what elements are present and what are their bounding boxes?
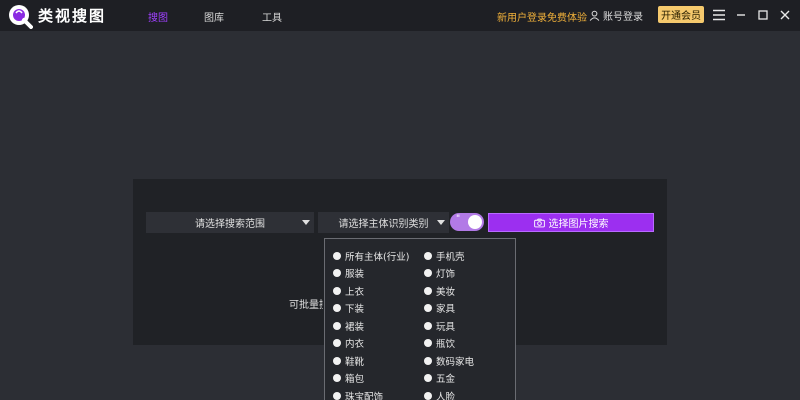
radio-icon	[424, 374, 432, 382]
search-scope-label: 请选择搜索范围	[195, 219, 265, 230]
option-cosmetics[interactable]: 美妆	[424, 284, 455, 298]
option-bags[interactable]: 箱包	[333, 371, 364, 385]
option-label: 服装	[345, 269, 365, 280]
chevron-down-icon	[437, 220, 445, 225]
option-label: 家具	[436, 304, 456, 315]
menu-icon[interactable]	[711, 7, 727, 23]
radio-icon	[424, 322, 432, 330]
subject-type-dropdown: 所有主体(行业) 服装 上衣 下装 裙装 内衣 鞋靴 箱包 珠宝配饰 手机壳 灯…	[324, 238, 516, 400]
option-toys[interactable]: 玩具	[424, 319, 455, 333]
app-brand: 类视搜图	[38, 7, 107, 25]
radio-icon	[333, 392, 341, 400]
radio-icon	[424, 287, 432, 295]
title-bar: 类视搜图 搜图 图库 工具 新用户登录免费体验 账号登录 开通会员	[0, 0, 800, 31]
option-label: 人脸	[436, 392, 456, 400]
option-all-subjects[interactable]: 所有主体(行业)	[333, 249, 409, 263]
option-bottoms[interactable]: 下装	[333, 301, 364, 315]
radio-icon	[333, 304, 341, 312]
radio-icon	[333, 269, 341, 277]
radio-icon	[333, 322, 341, 330]
option-label: 手机壳	[436, 252, 465, 263]
option-label: 鞋靴	[345, 357, 365, 368]
camera-icon	[533, 218, 545, 227]
option-clothing[interactable]: 服装	[333, 266, 364, 280]
option-hardware[interactable]: 五金	[424, 371, 455, 385]
subject-type-select[interactable]: 请选择主体识别类别	[318, 212, 449, 233]
radio-icon	[424, 357, 432, 365]
select-image-search-label: 选择图片搜索	[548, 219, 609, 230]
minimize-icon[interactable]	[733, 7, 749, 23]
option-label: 瓶饮	[436, 339, 456, 350]
option-label: 数码家电	[436, 357, 475, 368]
account-login-button[interactable]: 账号登录	[589, 7, 643, 23]
maximize-icon[interactable]	[755, 7, 771, 23]
radio-icon	[333, 252, 341, 260]
option-furniture[interactable]: 家具	[424, 301, 455, 315]
option-face[interactable]: 人脸	[424, 389, 455, 400]
subject-type-label: 请选择主体识别类别	[338, 219, 429, 230]
radio-icon	[333, 287, 341, 295]
vip-button[interactable]: 开通会员	[658, 6, 704, 23]
account-login-label: 账号登录	[603, 11, 643, 23]
option-label: 所有主体(行业)	[345, 252, 410, 263]
radio-icon	[424, 392, 432, 400]
toggle-knob	[468, 215, 482, 229]
close-icon[interactable]	[777, 7, 793, 23]
option-label: 美妆	[436, 287, 456, 298]
option-jewelry[interactable]: 珠宝配饰	[333, 389, 383, 400]
option-label: 上衣	[345, 287, 365, 298]
tab-gallery[interactable]: 图库	[204, 9, 224, 24]
new-user-promo-link[interactable]: 新用户登录免费体验	[497, 9, 587, 24]
option-shoes[interactable]: 鞋靴	[333, 354, 364, 368]
batch-hint-text: 可批量搜	[289, 300, 323, 311]
option-label: 下装	[345, 304, 365, 315]
option-label: 五金	[436, 374, 456, 385]
radio-icon	[424, 339, 432, 347]
select-image-search-button[interactable]: 选择图片搜索	[488, 213, 654, 232]
radio-icon	[333, 357, 341, 365]
radio-icon	[424, 252, 432, 260]
mode-toggle[interactable]: "	[450, 213, 484, 231]
option-label: 灯饰	[436, 269, 456, 280]
tab-tools[interactable]: 工具	[262, 9, 282, 24]
option-label: 裙装	[345, 322, 365, 333]
toggle-label: "	[456, 214, 461, 224]
option-tops[interactable]: 上衣	[333, 284, 364, 298]
option-label: 珠宝配饰	[345, 392, 384, 400]
user-icon	[589, 10, 600, 21]
option-label: 玩具	[436, 322, 456, 333]
radio-icon	[333, 339, 341, 347]
search-scope-select[interactable]: 请选择搜索范围	[146, 212, 314, 233]
option-underwear[interactable]: 内衣	[333, 336, 364, 350]
chevron-down-icon	[302, 220, 310, 225]
option-digital-appliances[interactable]: 数码家电	[424, 354, 474, 368]
option-bottled-drinks[interactable]: 瓶饮	[424, 336, 455, 350]
logo-icon	[9, 5, 33, 29]
radio-icon	[333, 374, 341, 382]
option-skirts[interactable]: 裙装	[333, 319, 364, 333]
radio-icon	[424, 304, 432, 312]
option-phone-case[interactable]: 手机壳	[424, 249, 465, 263]
option-label: 箱包	[345, 374, 365, 385]
option-lighting[interactable]: 灯饰	[424, 266, 455, 280]
radio-icon	[424, 269, 432, 277]
tab-search-image[interactable]: 搜图	[148, 9, 168, 24]
option-label: 内衣	[345, 339, 365, 350]
